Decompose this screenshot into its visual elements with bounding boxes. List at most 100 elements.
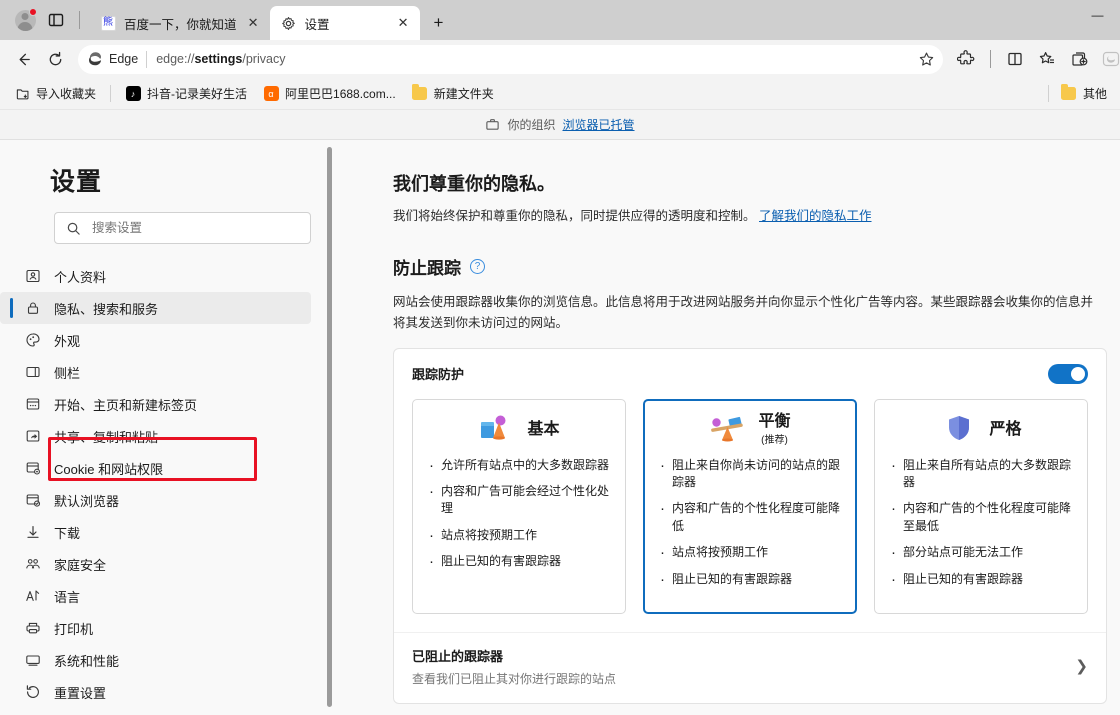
minimize-button[interactable]: —	[1075, 0, 1120, 30]
sidebar-item-label: 下载	[54, 525, 81, 541]
search-input[interactable]	[92, 221, 299, 235]
blocked-trackers-title: 已阻止的跟踪器	[412, 648, 504, 664]
bullet-item: 阻止已知的有害跟踪器	[657, 569, 843, 591]
option-header: 平衡 (推荐)	[657, 413, 843, 447]
favorites-icon[interactable]	[1032, 44, 1062, 74]
divider	[146, 50, 148, 68]
sidebar-item-printers[interactable]: 打印机	[0, 612, 311, 644]
other-bookmarks-folder[interactable]: 其他	[1054, 82, 1114, 105]
sidebar-item-family[interactable]: 家庭安全	[0, 548, 311, 580]
sidebar-item-label: 共享、复制和粘贴	[54, 429, 159, 445]
divider	[1047, 85, 1049, 102]
address-bar[interactable]: Edge edge://settings/privacy	[78, 44, 943, 74]
divider	[79, 11, 80, 29]
folder-icon	[1061, 84, 1077, 102]
sidebar-item-share[interactable]: 共享、复制和粘贴	[0, 420, 311, 452]
privacy-heading: 我们尊重你的隐私。	[393, 174, 555, 194]
tab-baidu[interactable]: 熊 百度一下，你就知道 ✕	[89, 6, 270, 40]
sidebar-item-profile[interactable]: 个人资料	[0, 260, 311, 292]
bullet-item: 站点将按预期工作	[657, 542, 843, 564]
share-icon	[24, 428, 41, 445]
bookmark-folder-new[interactable]: 新建文件夹	[405, 82, 501, 105]
extensions-icon[interactable]	[951, 44, 981, 74]
browser-tab-bar: 熊 百度一下，你就知道 ✕ 设置 ✕ + —	[0, 0, 1120, 40]
refresh-button[interactable]	[40, 44, 70, 74]
option-title: 严格	[989, 420, 1022, 438]
shapes-icon	[478, 413, 516, 447]
close-icon[interactable]: ✕	[395, 15, 412, 32]
option-title-group: 平衡 (推荐)	[758, 413, 790, 447]
sidebar-item-sidebar[interactable]: 侧栏	[0, 356, 311, 388]
tracking-level-options: 基本 允许所有站点中的大多数跟踪器 内容和广告可能会经过个性化处理 站点将按预期…	[394, 384, 1106, 632]
new-tab-button[interactable]: +	[425, 9, 453, 37]
split-screen-icon[interactable]	[1000, 44, 1030, 74]
tracking-prevention-card: 跟踪防护 基本 · 允许所有站点中的大多数跟踪器 · 内容和广告可能会经过个性化…	[393, 347, 1107, 704]
sidebar-item-privacy[interactable]: 隐私、搜索和服务	[0, 292, 311, 324]
tab-settings[interactable]: 设置 ✕	[269, 6, 420, 40]
profile-avatar-button[interactable]	[10, 5, 40, 35]
sidebar-item-languages[interactable]: 语言	[0, 580, 311, 612]
sidebar-item-label: 侧栏	[54, 365, 81, 381]
sidebar-item-default-browser[interactable]: 默认浏览器	[0, 484, 311, 516]
tracking-option-balanced[interactable]: 平衡 (推荐) 阻止来自你尚未访问的站点的跟踪器 内容和广告的个性化程度可能降低…	[643, 398, 857, 614]
privacy-learn-more-link[interactable]: 了解我们的隐私工作	[759, 209, 872, 223]
bullet-item: 阻止来自你尚未访问的站点的跟踪器	[657, 455, 843, 492]
close-icon[interactable]: ✕	[245, 15, 262, 32]
sidebar-scrollbar[interactable]	[324, 140, 335, 715]
tracking-prevention-title: 防止跟踪	[393, 259, 461, 279]
sidebar-item-startup[interactable]: 开始、主页和新建标签页	[0, 388, 311, 420]
chevron-right-icon[interactable]: ❯	[1075, 657, 1088, 675]
edge-label: Edge	[109, 52, 139, 66]
edge-logo-icon	[89, 52, 101, 66]
tracking-option-strict[interactable]: 严格 阻止来自所有站点的大多数跟踪器 内容和广告的个性化程度可能降至最低 部分站…	[874, 398, 1088, 614]
sidebar-item-downloads[interactable]: 下载	[0, 516, 311, 548]
star-icon[interactable]	[913, 46, 939, 72]
blocked-trackers-subtitle: 查看我们已阻止其对你进行跟踪的站点	[412, 671, 617, 686]
bullet-item: 部分站点可能无法工作	[888, 542, 1074, 564]
settings-content: 我们尊重你的隐私。 我们将始终保护和尊重你的隐私，同时提供应得的透明度和控制。 …	[335, 140, 1120, 715]
bookmark-label: 阿里巴巴1688.com...	[285, 87, 396, 101]
balance-icon	[709, 413, 747, 447]
sidebar-item-reset[interactable]: 重置设置	[0, 676, 311, 708]
sidebar-item-label: 语言	[54, 589, 81, 605]
privacy-description: 我们将始终保护和尊重你的隐私，同时提供应得的透明度和控制。 了解我们的隐私工作	[393, 207, 1093, 226]
sidebar-item-appearance[interactable]: 外观	[0, 324, 311, 356]
bookmark-label: 其他	[1082, 87, 1107, 101]
tracking-toggle-label: 跟踪防护	[412, 367, 465, 383]
family-icon	[24, 556, 41, 573]
sidebar-item-cookies[interactable]: Cookie 和网站权限	[0, 452, 311, 484]
search-settings-box[interactable]	[54, 212, 311, 244]
tracking-option-basic[interactable]: 基本 允许所有站点中的大多数跟踪器 内容和广告可能会经过个性化处理 站点将按预期…	[412, 398, 626, 614]
bookmark-label: 导入收藏夹	[36, 87, 97, 101]
language-icon	[24, 588, 41, 605]
shield-icon	[940, 413, 978, 447]
tracking-protection-toggle[interactable]	[1048, 363, 1088, 384]
managed-text: 你的组织	[507, 118, 556, 132]
option-title: 平衡	[758, 412, 791, 430]
bookmark-item-douyin[interactable]: ♪ 抖音-记录美好生活	[118, 82, 254, 105]
help-icon[interactable]: ?	[470, 259, 485, 275]
tracking-card-header: 跟踪防护	[394, 349, 1106, 384]
bullet-item: 内容和广告的个性化程度可能降至最低	[888, 498, 1074, 535]
tab-actions-menu-icon[interactable]	[42, 6, 70, 34]
settings-page: 设置 个人资料 隐私、搜索和服务 外观	[0, 140, 1120, 715]
gear-icon	[281, 15, 297, 31]
blocked-trackers-row[interactable]: 已阻止的跟踪器 查看我们已阻止其对你进行跟踪的站点 ❯	[394, 631, 1106, 703]
default-browser-icon	[24, 492, 41, 509]
collections-icon[interactable]	[1064, 44, 1094, 74]
import-icon	[15, 86, 30, 101]
search-settings-wrapper	[0, 212, 335, 244]
sidebar-item-system[interactable]: 系统和性能	[0, 644, 311, 676]
sidebar-item-label: 打印机	[54, 621, 94, 637]
bookmark-item-alibaba[interactable]: α 阿里巴巴1688.com...	[256, 82, 403, 105]
copilot-icon[interactable]	[1096, 44, 1120, 74]
alibaba-favicon: α	[263, 86, 279, 102]
bullet-item: 内容和广告可能会经过个性化处理	[426, 481, 612, 518]
import-favorites-button[interactable]: 导入收藏夹	[8, 82, 103, 105]
back-button[interactable]	[8, 44, 38, 74]
managed-link[interactable]: 浏览器已托管	[563, 116, 635, 133]
tab-bar-left-controls	[0, 0, 89, 40]
tracking-prevention-description: 网站会使用跟踪器收集你的浏览信息。此信息将用于改进网站服务并向你显示个性化广告等…	[393, 295, 1094, 330]
tab-title: 百度一下，你就知道	[124, 17, 237, 32]
edge-brand: Edge	[87, 51, 146, 67]
